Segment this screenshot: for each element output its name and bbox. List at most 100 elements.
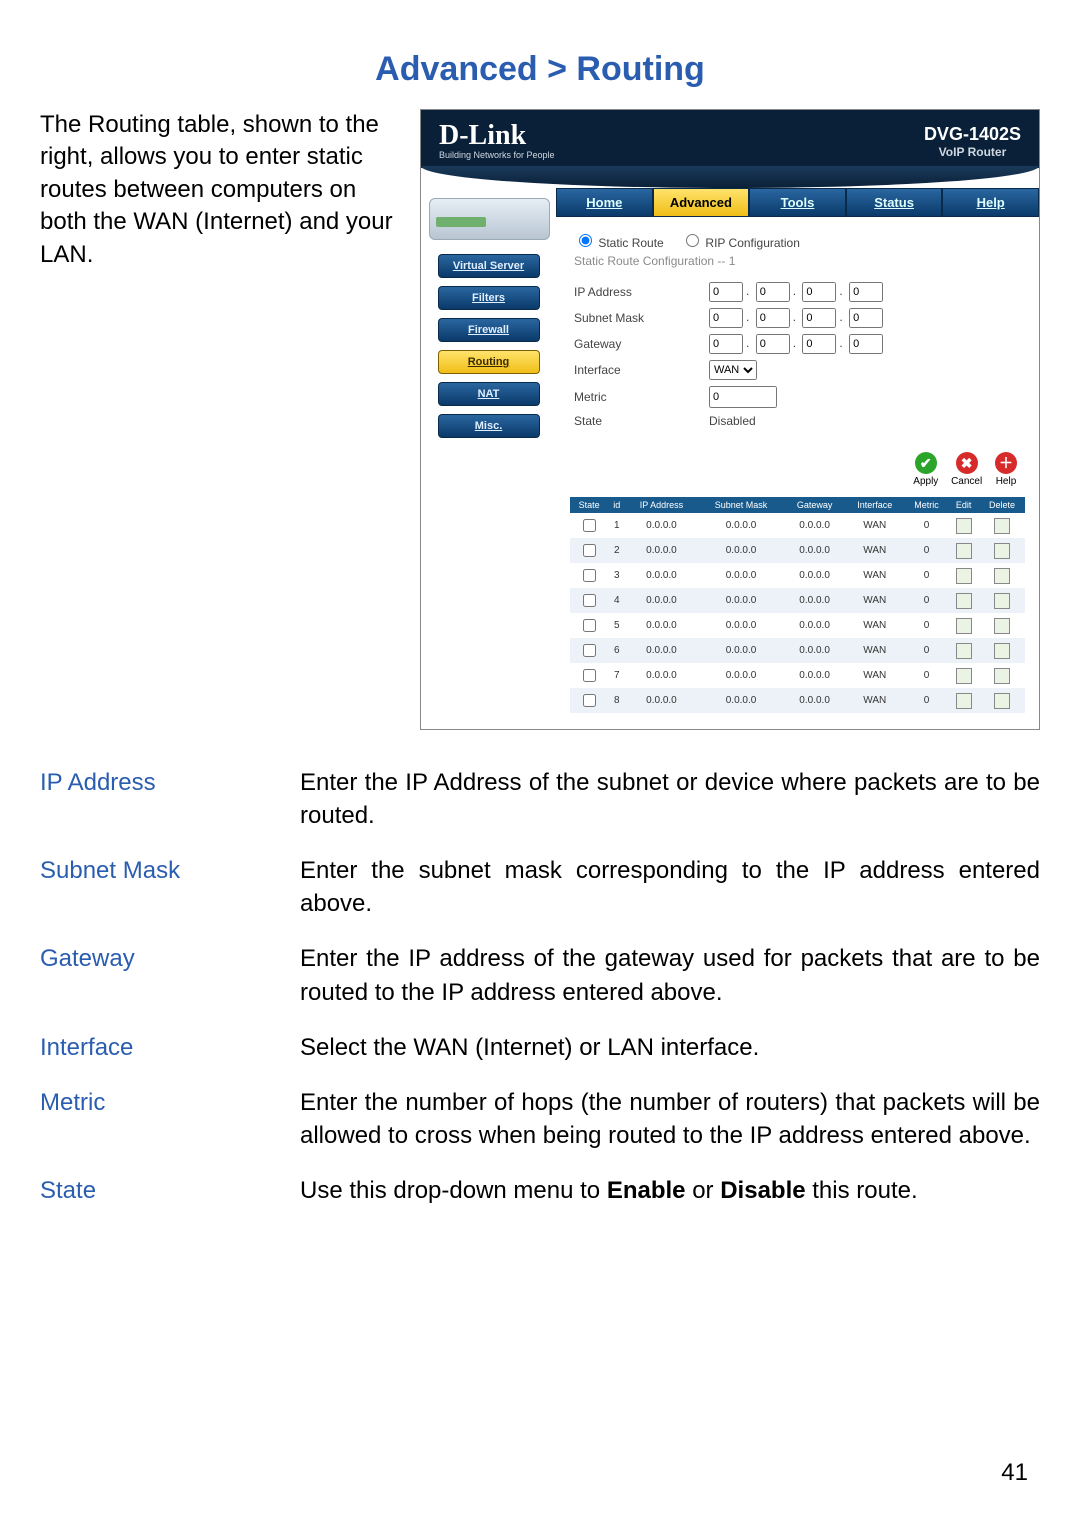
- sidebar-item-nat[interactable]: NAT: [438, 382, 540, 406]
- row-interface: WAN: [845, 688, 905, 713]
- gateway-octet-1[interactable]: [709, 334, 743, 354]
- edit-icon[interactable]: [956, 593, 972, 609]
- ip-address-field: . . .: [709, 282, 883, 302]
- metric-label: Metric: [574, 390, 709, 404]
- row-id: 5: [608, 613, 625, 638]
- row-ip: 0.0.0.0: [625, 538, 698, 563]
- state-value: Disabled: [709, 414, 756, 428]
- subnet-octet-2[interactable]: [756, 308, 790, 328]
- radio-static-route[interactable]: Static Route: [574, 236, 664, 250]
- edit-icon[interactable]: [956, 693, 972, 709]
- edit-icon[interactable]: [956, 643, 972, 659]
- row-metric: 0: [905, 613, 949, 638]
- definition-desc: Select the WAN (Internet) or LAN interfa…: [300, 1031, 1040, 1064]
- tab-status[interactable]: Status: [846, 188, 943, 217]
- ip-octet-3[interactable]: [802, 282, 836, 302]
- brand-logo: D-Link: [439, 122, 555, 150]
- row-state-checkbox[interactable]: [583, 669, 596, 682]
- tab-home[interactable]: Home: [556, 188, 653, 217]
- tab-help[interactable]: Help: [942, 188, 1039, 217]
- help-label: Help: [996, 476, 1017, 487]
- sidebar-item-virtual-server[interactable]: Virtual Server: [438, 254, 540, 278]
- row-state-checkbox[interactable]: [583, 544, 596, 557]
- row-id: 7: [608, 663, 625, 688]
- ip-octet-4[interactable]: [849, 282, 883, 302]
- table-header: Metric: [905, 497, 949, 513]
- edit-icon[interactable]: [956, 518, 972, 534]
- radio-rip-config-input[interactable]: [686, 234, 699, 247]
- intro-text: The Routing table, shown to the right, a…: [40, 109, 400, 730]
- routes-table: StateidIP AddressSubnet MaskGatewayInter…: [570, 497, 1025, 713]
- row-interface: WAN: [845, 538, 905, 563]
- table-header: Gateway: [784, 497, 845, 513]
- cancel-button[interactable]: ✖ Cancel: [951, 452, 982, 487]
- delete-icon[interactable]: [994, 643, 1010, 659]
- delete-icon[interactable]: [994, 593, 1010, 609]
- definition-term: Subnet Mask: [40, 854, 300, 920]
- table-header: Edit: [948, 497, 979, 513]
- row-state-checkbox[interactable]: [583, 694, 596, 707]
- header-curve: [421, 166, 1039, 188]
- radio-rip-config[interactable]: RIP Configuration: [681, 236, 800, 250]
- row-state-checkbox[interactable]: [583, 519, 596, 532]
- row-state-checkbox[interactable]: [583, 594, 596, 607]
- row-metric: 0: [905, 688, 949, 713]
- sidebar-item-routing[interactable]: Routing: [438, 350, 540, 374]
- subnet-octet-1[interactable]: [709, 308, 743, 328]
- row-ip: 0.0.0.0: [625, 688, 698, 713]
- table-header: Interface: [845, 497, 905, 513]
- table-header: IP Address: [625, 497, 698, 513]
- row-ip: 0.0.0.0: [625, 638, 698, 663]
- interface-select[interactable]: WAN: [709, 360, 757, 380]
- delete-icon[interactable]: [994, 668, 1010, 684]
- row-gateway: 0.0.0.0: [784, 663, 845, 688]
- help-button[interactable]: ＋ Help: [995, 452, 1017, 487]
- row-state-checkbox[interactable]: [583, 569, 596, 582]
- metric-input[interactable]: [709, 386, 777, 408]
- subnet-octet-3[interactable]: [802, 308, 836, 328]
- gateway-octet-3[interactable]: [802, 334, 836, 354]
- sidebar-item-firewall[interactable]: Firewall: [438, 318, 540, 342]
- radio-rip-config-label: RIP Configuration: [705, 236, 800, 250]
- row-metric: 0: [905, 538, 949, 563]
- table-header: Subnet Mask: [698, 497, 785, 513]
- ip-octet-1[interactable]: [709, 282, 743, 302]
- delete-icon[interactable]: [994, 543, 1010, 559]
- delete-icon[interactable]: [994, 518, 1010, 534]
- action-bar: ✔ Apply ✖ Cancel ＋ Help: [556, 444, 1039, 491]
- apply-button[interactable]: ✔ Apply: [913, 452, 938, 487]
- gateway-octet-2[interactable]: [756, 334, 790, 354]
- model-number: DVG-1402S: [924, 124, 1021, 145]
- sidebar-item-filters[interactable]: Filters: [438, 286, 540, 310]
- tab-tools[interactable]: Tools: [749, 188, 846, 217]
- sidebar-item-misc[interactable]: Misc.: [438, 414, 540, 438]
- definition-row: GatewayEnter the IP address of the gatew…: [40, 942, 1040, 1008]
- delete-icon[interactable]: [994, 568, 1010, 584]
- gateway-octet-4[interactable]: [849, 334, 883, 354]
- edit-icon[interactable]: [956, 568, 972, 584]
- edit-icon[interactable]: [956, 543, 972, 559]
- row-gateway: 0.0.0.0: [784, 588, 845, 613]
- state-label: State: [574, 414, 709, 428]
- subnet-octet-4[interactable]: [849, 308, 883, 328]
- mode-radios: Static Route RIP Configuration: [574, 231, 1021, 250]
- edit-icon[interactable]: [956, 668, 972, 684]
- row-id: 4: [608, 588, 625, 613]
- definition-row: MetricEnter the number of hops (the numb…: [40, 1086, 1040, 1152]
- close-icon: ✖: [956, 452, 978, 474]
- interface-label: Interface: [574, 363, 709, 377]
- row-id: 2: [608, 538, 625, 563]
- delete-icon[interactable]: [994, 693, 1010, 709]
- ip-octet-2[interactable]: [756, 282, 790, 302]
- row-state-checkbox[interactable]: [583, 644, 596, 657]
- table-header: State: [570, 497, 608, 513]
- plus-icon: ＋: [995, 452, 1017, 474]
- radio-static-route-input[interactable]: [579, 234, 592, 247]
- definition-desc: Use this drop-down menu to Enable or Dis…: [300, 1174, 1040, 1207]
- row-state-checkbox[interactable]: [583, 619, 596, 632]
- sidebar: Virtual Server Filters Firewall Routing …: [421, 188, 556, 729]
- delete-icon[interactable]: [994, 618, 1010, 634]
- edit-icon[interactable]: [956, 618, 972, 634]
- ip-address-label: IP Address: [574, 285, 709, 299]
- tab-advanced[interactable]: Advanced: [653, 188, 750, 217]
